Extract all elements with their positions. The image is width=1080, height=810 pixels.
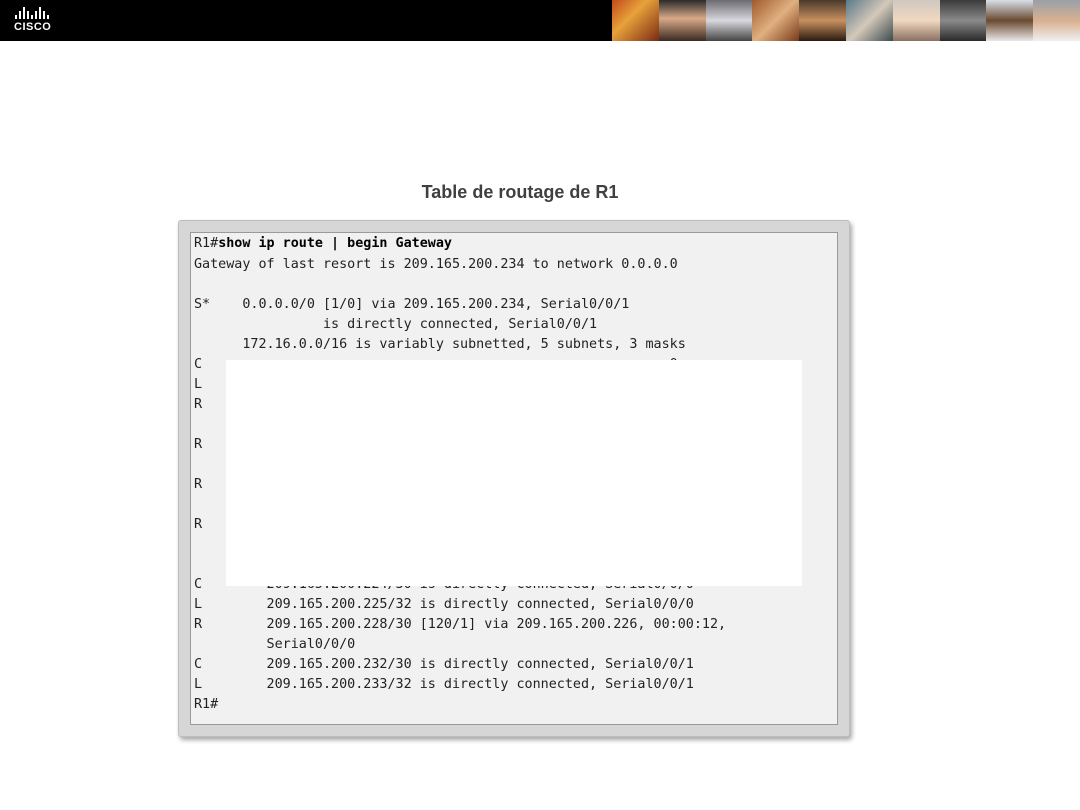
terminal-line: Gateway of last resort is 209.165.200.23… [194,257,678,272]
photo-3 [705,0,753,41]
photo-2 [658,0,706,41]
terminal-line: R [194,437,203,452]
photo-5 [799,0,846,41]
terminal-line: R [194,517,203,532]
terminal-command-line: R1#show ip route | begin Gateway [194,236,452,252]
terminal-line: R1# [194,697,219,712]
cisco-logo-text: CISCO [14,21,52,33]
terminal-line: R [194,397,203,412]
terminal-line: R 209.165.200.228/30 [120/1] via 209.165… [194,617,727,632]
redaction-mask [226,360,802,586]
cisco-bars-icon [15,6,64,19]
photo-4 [752,0,800,41]
terminal-line: L 209.165.200.225/32 is directly connect… [194,597,694,612]
terminal-line: is directly connected, Serial0/0/1 [194,317,598,332]
photo-6 [845,0,893,41]
people-photo-strip [612,0,1080,41]
photo-10 [1033,0,1080,41]
terminal-line: Serial0/0/0 [194,637,356,652]
photo-1 [612,0,659,41]
terminal-line: L 209.165.200.233/32 is directly connect… [194,677,694,692]
cisco-logo: CISCO [14,6,64,36]
terminal-line: 172.16.0.0/16 is variably subnetted, 5 s… [194,337,686,352]
terminal-line: R [194,477,203,492]
photo-7 [892,0,940,41]
terminal-command: show ip route | begin Gateway [218,236,452,251]
terminal-prompt: R1# [194,236,219,251]
slide-title: Table de routage de R1 [421,182,619,202]
photo-8 [939,0,987,41]
terminal-line: S* 0.0.0.0/0 [1/0] via 209.165.200.234, … [194,297,630,312]
top-banner: CISCO [0,0,1080,41]
photo-9 [986,0,1034,41]
terminal-line: C 209.165.200.232/30 is directly connect… [194,657,694,672]
